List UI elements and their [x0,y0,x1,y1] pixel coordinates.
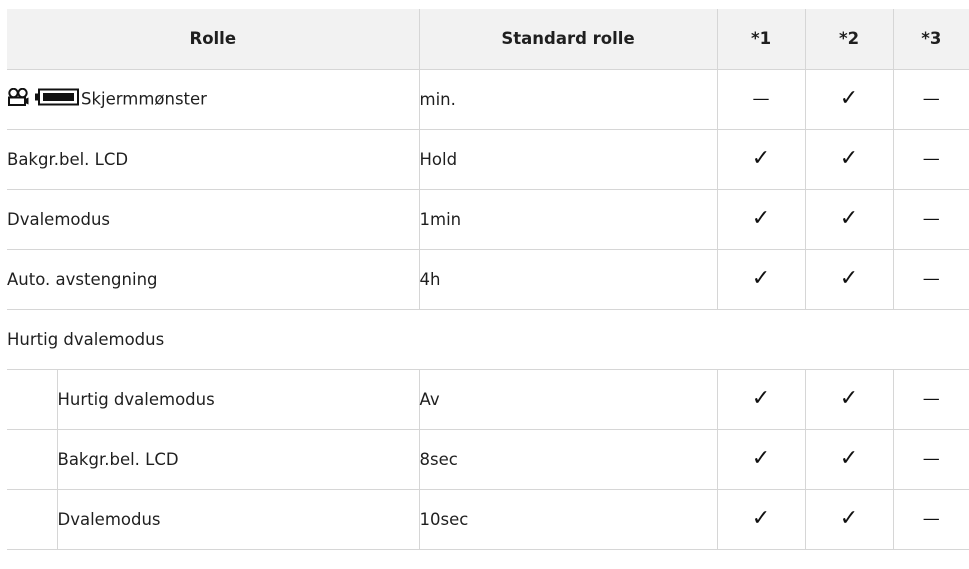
check-icon: ✓ [751,446,771,471]
row-col3: — [892,248,969,310]
row-default: 4h [418,248,718,310]
header-col1: *1 [716,9,806,70]
row-col2: ✓ [804,248,894,310]
row-col3: — [892,428,969,490]
row-col1: ✓ [716,188,806,250]
indent-cell [7,368,58,430]
movie-icon [7,87,29,110]
check-icon: ✓ [839,146,859,171]
row-default: Av [418,368,718,430]
header-default-role: Standard rolle [418,9,718,70]
check-icon: ✓ [839,86,859,111]
row-col3: — [892,488,969,550]
row-col2: ✓ [804,68,894,130]
row-label: Dvalemodus [56,488,420,550]
check-icon: ✓ [839,386,859,411]
table-row: Hurtig dvalemodus Av ✓ ✓ — [7,368,969,430]
table-row: Dvalemodus 1min ✓ ✓ — [7,188,969,250]
header-role: Rolle [7,9,420,70]
check-icon: ✓ [839,266,859,291]
row-col1: — [716,68,806,130]
check-icon: ✓ [839,506,859,531]
check-icon: ✓ [839,206,859,231]
check-icon: ✓ [751,146,771,171]
row-col2: ✓ [804,128,894,190]
row-col3: — [892,68,969,130]
dash-icon: — [922,449,940,469]
row-default: min. [418,68,718,130]
check-icon: ✓ [751,386,771,411]
row-col3: — [892,128,969,190]
row-col1: ✓ [716,428,806,490]
row-label: Skjermmønster [81,89,207,109]
row-col1: ✓ [716,248,806,310]
dash-icon: — [922,509,940,529]
row-col3: — [892,368,969,430]
table-row: Skjermmønster min. — ✓ — [7,68,969,130]
row-col2: ✓ [804,368,894,430]
battery-icon [35,88,79,110]
check-icon: ✓ [751,506,771,531]
dash-icon: — [922,389,940,409]
row-col1: ✓ [716,488,806,550]
table-row: Auto. avstengning 4h ✓ ✓ — [7,248,969,310]
row-col2: ✓ [804,428,894,490]
table-row: Bakgr.bel. LCD 8sec ✓ ✓ — [7,428,969,490]
row-col1: ✓ [716,128,806,190]
check-icon: ✓ [751,206,771,231]
indent-cell [7,488,58,550]
header-row: Rolle Standard rolle *1 *2 *3 [7,9,969,70]
dash-icon: — [922,89,940,109]
settings-table: Rolle Standard rolle *1 *2 *3 Skjermmøns… [7,9,969,550]
row-label: Bakgr.bel. LCD [56,428,420,490]
row-label-cell: Skjermmønster [7,68,420,130]
row-default: 1min [418,188,718,250]
header-col3: *3 [892,9,969,70]
row-col2: ✓ [804,188,894,250]
dash-icon: — [752,89,770,109]
dash-icon: — [922,269,940,289]
check-icon: ✓ [839,446,859,471]
group-label: Hurtig dvalemodus [7,308,969,370]
row-col2: ✓ [804,488,894,550]
check-icon: ✓ [751,266,771,291]
indent-cell [7,428,58,490]
row-label: Auto. avstengning [7,248,420,310]
row-default: 8sec [418,428,718,490]
header-col2: *2 [804,9,894,70]
row-default: Hold [418,128,718,190]
dash-icon: — [922,209,940,229]
row-col1: ✓ [716,368,806,430]
table-row: Dvalemodus 10sec ✓ ✓ — [7,488,969,550]
group-row: Hurtig dvalemodus [7,308,969,370]
row-label: Bakgr.bel. LCD [7,128,420,190]
row-default: 10sec [418,488,718,550]
table-row: Bakgr.bel. LCD Hold ✓ ✓ — [7,128,969,190]
dash-icon: — [922,149,940,169]
row-label: Hurtig dvalemodus [56,368,420,430]
row-label: Dvalemodus [7,188,420,250]
row-col3: — [892,188,969,250]
